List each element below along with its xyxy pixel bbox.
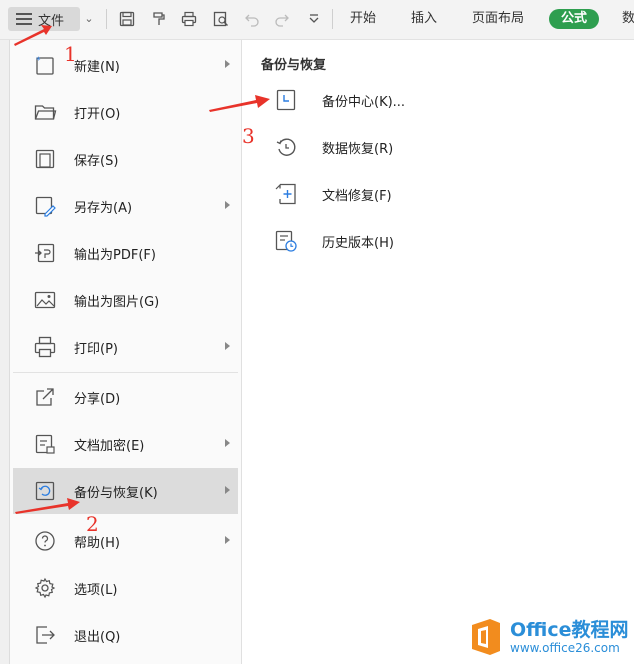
menu-item-label: 打开(O) <box>74 106 121 122</box>
print-icon[interactable] <box>180 10 198 28</box>
encrypt-icon <box>30 431 60 457</box>
submenu-item-label: 备份中心(K)... <box>322 94 406 110</box>
folder-icon <box>30 99 60 125</box>
data-recovery-icon <box>270 131 302 163</box>
pdf-icon <box>30 240 60 266</box>
menu-item-export-image[interactable]: 输出为图片(G) <box>13 277 238 323</box>
toolbar: 文件 ⌄ 开始 插入 页面布局 公式 数 <box>0 0 634 40</box>
menu-item-label: 选项(L) <box>74 582 118 598</box>
menu-item-label: 输出为PDF(F) <box>74 247 156 263</box>
exit-icon <box>30 622 60 648</box>
panel-title: 备份与恢复 <box>261 58 327 73</box>
backup-icon <box>30 478 60 504</box>
menu-item-exit[interactable]: 退出(Q) <box>13 612 238 658</box>
image-icon <box>30 287 60 313</box>
annotation-number-1: 1 <box>64 42 77 66</box>
chevron-right-icon <box>225 439 230 447</box>
tab-data[interactable]: 数 <box>622 9 634 29</box>
format-painter-icon[interactable] <box>150 10 168 28</box>
sheet-edge <box>0 40 10 664</box>
save-icon <box>30 146 60 172</box>
menu-item-backup-restore[interactable]: 备份与恢复(K) <box>13 468 238 514</box>
menu-item-label: 分享(D) <box>74 391 121 407</box>
submenu-item-history-version[interactable]: 历史版本(H) <box>270 223 394 259</box>
menu-item-options[interactable]: 选项(L) <box>13 565 238 611</box>
save-icon[interactable] <box>118 10 136 28</box>
tab-home[interactable]: 开始 <box>350 9 376 29</box>
more-icon[interactable] <box>305 10 323 28</box>
gear-icon <box>30 575 60 601</box>
backup-center-icon <box>270 84 302 116</box>
svg-text:*: * <box>36 56 41 66</box>
menu-item-help[interactable]: 帮助(H) <box>13 518 238 564</box>
chevron-down-icon[interactable]: ⌄ <box>82 10 96 28</box>
chevron-right-icon <box>225 536 230 544</box>
toolbar-divider <box>332 9 333 29</box>
backup-submenu-panel: 备份与恢复 备份中心(K)... 数据恢复(R) 文档修复(F) 历史版本(H) <box>242 40 634 664</box>
menu-item-label: 输出为图片(G) <box>74 294 160 310</box>
file-menu-label: 文件 <box>38 13 65 29</box>
annotation-number-2: 2 <box>86 512 99 536</box>
watermark-title: Office教程网 <box>510 619 629 641</box>
submenu-item-backup-center[interactable]: 备份中心(K)... <box>270 82 405 118</box>
tab-page-layout[interactable]: 页面布局 <box>472 9 524 29</box>
file-menu: * 新建(N) 打开(O) 保存(S) 另存为(A) 输出为PDF(F) 输出为… <box>10 40 242 664</box>
submenu-item-data-recovery[interactable]: 数据恢复(R) <box>270 129 393 165</box>
submenu-item-label: 历史版本(H) <box>322 235 394 251</box>
hamburger-icon <box>16 13 32 25</box>
menu-item-save-as[interactable]: 另存为(A) <box>13 183 238 229</box>
watermark-logo: Office教程网 www.office26.com <box>468 610 634 664</box>
menu-item-print[interactable]: 打印(P) <box>13 324 238 370</box>
menu-item-label: 备份与恢复(K) <box>74 485 158 501</box>
menu-item-label: 另存为(A) <box>74 200 133 216</box>
office-logo-icon <box>468 617 504 657</box>
menu-item-label: 保存(S) <box>74 153 119 169</box>
annotation-number-3: 3 <box>242 124 255 148</box>
print-preview-icon[interactable] <box>212 10 230 28</box>
menu-item-new[interactable]: * 新建(N) <box>13 42 238 88</box>
menu-item-label: 新建(N) <box>74 59 120 75</box>
menu-item-label: 打印(P) <box>74 341 118 357</box>
redo-icon[interactable] <box>273 10 291 28</box>
submenu-item-label: 数据恢复(R) <box>322 141 394 157</box>
menu-divider <box>13 372 238 373</box>
chevron-right-icon <box>225 342 230 350</box>
tab-formulas[interactable]: 公式 <box>549 9 600 29</box>
menu-item-export-pdf[interactable]: 输出为PDF(F) <box>13 230 238 276</box>
menu-item-open[interactable]: 打开(O) <box>13 89 238 135</box>
history-icon <box>270 225 302 257</box>
submenu-item-doc-repair[interactable]: 文档修复(F) <box>270 176 392 212</box>
chevron-right-icon <box>225 201 230 209</box>
doc-repair-icon <box>270 178 302 210</box>
file-menu-button[interactable]: 文件 <box>8 7 80 31</box>
toolbar-divider <box>106 9 107 29</box>
menu-item-save[interactable]: 保存(S) <box>13 136 238 182</box>
printer-icon <box>30 334 60 360</box>
menu-item-label: 退出(Q) <box>74 629 121 645</box>
share-icon <box>30 384 60 410</box>
menu-item-share[interactable]: 分享(D) <box>13 374 238 420</box>
tab-insert[interactable]: 插入 <box>411 9 437 29</box>
menu-item-label: 文档加密(E) <box>74 438 145 454</box>
menu-item-encrypt[interactable]: 文档加密(E) <box>13 421 238 467</box>
save-as-icon <box>30 193 60 219</box>
chevron-right-icon <box>225 486 230 494</box>
submenu-item-label: 文档修复(F) <box>322 188 392 204</box>
help-icon <box>30 528 60 554</box>
watermark-url: www.office26.com <box>510 641 620 655</box>
chevron-right-icon <box>225 60 230 68</box>
new-doc-icon: * <box>30 52 60 78</box>
undo-icon[interactable] <box>243 10 261 28</box>
